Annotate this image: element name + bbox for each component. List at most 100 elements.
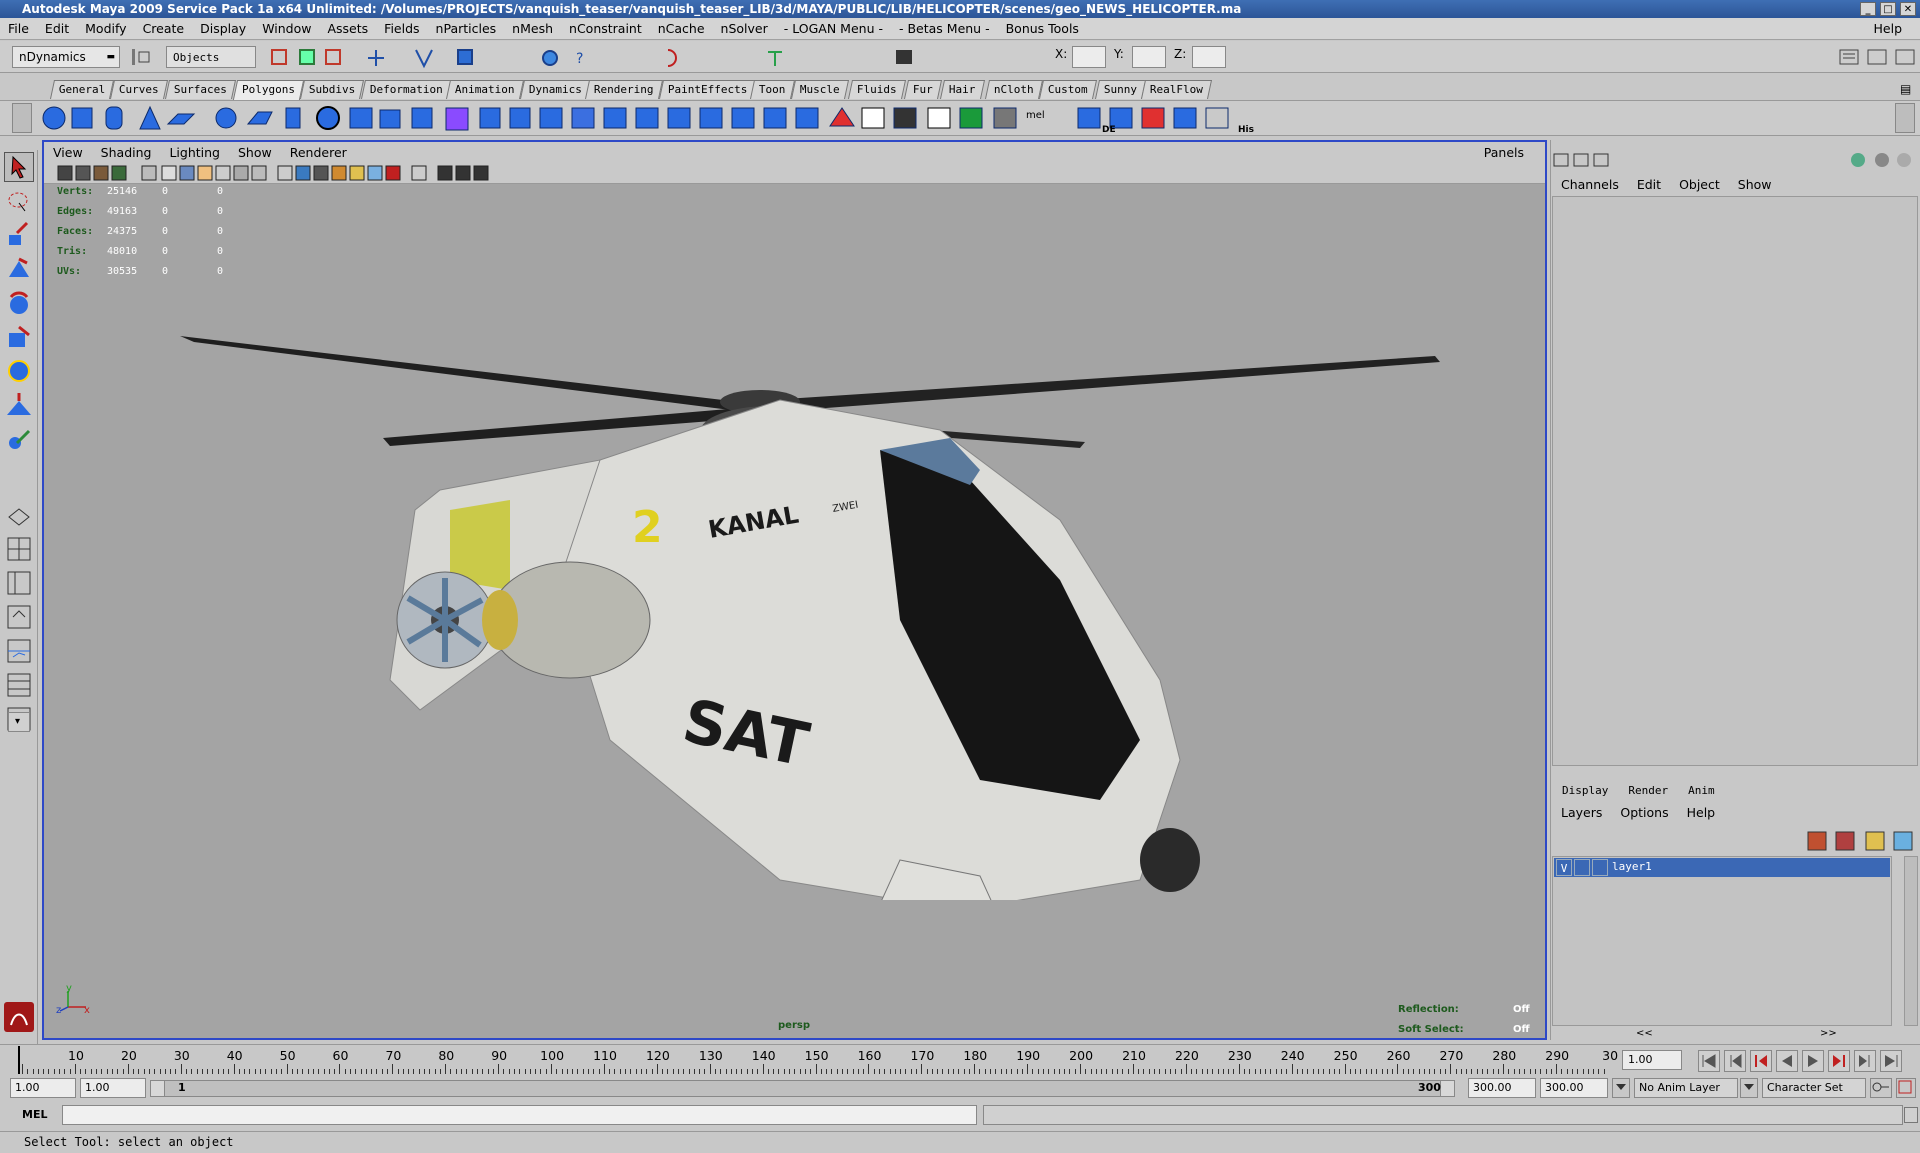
viewport-menu-view[interactable]: View <box>44 145 92 160</box>
soft-modification-icon[interactable] <box>4 390 34 420</box>
lasso-tool-icon[interactable] <box>4 186 34 216</box>
current-time-marker[interactable] <box>18 1046 20 1074</box>
menu-bonus-tools[interactable]: Bonus Tools <box>998 21 1087 36</box>
channel-box-icons[interactable] <box>1552 150 1918 170</box>
scale-tool-icon[interactable] <box>4 322 34 352</box>
step-back-button[interactable] <box>1724 1050 1746 1072</box>
tab-sunny[interactable]: Sunny <box>1094 80 1147 99</box>
layout-single-icon[interactable] <box>4 500 34 530</box>
menu-modify[interactable]: Modify <box>77 21 134 36</box>
tab-curves[interactable]: Curves <box>109 80 168 99</box>
tab-general[interactable]: General <box>49 80 115 99</box>
menu-assets[interactable]: Assets <box>319 21 376 36</box>
layer-type-toggle[interactable] <box>1574 859 1590 876</box>
step-back-key-button[interactable] <box>1750 1050 1772 1072</box>
tab-animation[interactable]: Animation <box>445 80 524 99</box>
tab-dynamics[interactable]: Dynamics <box>519 80 592 99</box>
mel-input[interactable] <box>62 1105 977 1125</box>
menu-file[interactable]: File <box>0 21 37 36</box>
range-bar[interactable] <box>150 1080 1455 1097</box>
tab-surfaces[interactable]: Surfaces <box>164 80 237 99</box>
layer-visibility-toggle[interactable]: V <box>1556 859 1572 876</box>
tab-polygons[interactable]: Polygons <box>232 80 305 100</box>
start-time-field[interactable]: 1.00 <box>10 1078 76 1098</box>
menu-nmesh[interactable]: nMesh <box>504 21 561 36</box>
paint-select-tool-icon[interactable] <box>4 220 34 250</box>
channel-box-area[interactable] <box>1552 196 1918 766</box>
tab-display-layers[interactable]: Display <box>1552 784 1618 797</box>
playback-start-field[interactable]: 1.00 <box>80 1078 146 1098</box>
channels-menu-edit[interactable]: Edit <box>1628 177 1670 192</box>
viewport-menu-shading[interactable]: Shading <box>92 145 161 160</box>
shelf-menu-icon[interactable] <box>12 103 32 133</box>
tab-subdivs[interactable]: Subdivs <box>299 80 365 99</box>
menu-nparticles[interactable]: nParticles <box>428 21 505 36</box>
tab-custom[interactable]: Custom <box>1038 80 1097 99</box>
scroll-right-icon[interactable]: >> <box>1820 1028 1837 1039</box>
tab-render-layers[interactable]: Render <box>1618 784 1678 797</box>
tab-toon[interactable]: Toon <box>749 80 795 99</box>
play-backwards-button[interactable] <box>1776 1050 1798 1072</box>
key-icon[interactable] <box>1870 1078 1892 1098</box>
maximize-button[interactable]: □ <box>1880 2 1896 16</box>
script-editor-icon[interactable] <box>1904 1107 1918 1123</box>
tab-hair[interactable]: Hair <box>939 80 985 99</box>
shelf-scroll-icon[interactable] <box>1895 103 1915 133</box>
menuset-dropdown[interactable]: nDynamics ▬ <box>12 46 120 68</box>
layer-horizontal-scroll[interactable]: << >> <box>1552 1028 1918 1040</box>
shelf-tool-icons[interactable]: mel DE His <box>40 104 1280 134</box>
layer-action-icons[interactable] <box>1552 826 1918 856</box>
tab-anim-layers[interactable]: Anim <box>1678 784 1725 797</box>
tab-rendering[interactable]: Rendering <box>584 80 663 99</box>
step-forward-key-button[interactable] <box>1828 1050 1850 1072</box>
current-frame-field[interactable]: 1.00 <box>1622 1050 1682 1070</box>
panel-toggle-icons[interactable] <box>1838 46 1918 70</box>
layers-menu-options[interactable]: Options <box>1611 805 1677 820</box>
tab-painteffects[interactable]: PaintEffects <box>658 80 757 99</box>
menu-logan[interactable]: - LOGAN Menu - <box>776 21 891 36</box>
tab-realflow[interactable]: RealFlow <box>1140 80 1213 99</box>
menu-nconstraint[interactable]: nConstraint <box>561 21 650 36</box>
menu-help[interactable]: Help <box>1866 21 1911 36</box>
tab-fluids[interactable]: Fluids <box>847 80 906 99</box>
select-tool-icon[interactable] <box>4 152 34 182</box>
viewport-menu-renderer[interactable]: Renderer <box>281 145 356 160</box>
step-forward-button[interactable] <box>1854 1050 1876 1072</box>
helicopter-model[interactable]: KANAL ZWEI 2 SAT <box>180 320 1440 900</box>
tab-ncloth[interactable]: nCloth <box>984 80 1043 99</box>
status-icons[interactable]: ? <box>268 46 1058 70</box>
menu-fields[interactable]: Fields <box>376 21 427 36</box>
viewport-menu-lighting[interactable]: Lighting <box>160 145 229 160</box>
menu-edit[interactable]: Edit <box>37 21 77 36</box>
menu-display[interactable]: Display <box>192 21 254 36</box>
layout-persp-outliner-icon[interactable] <box>4 602 34 632</box>
tab-muscle[interactable]: Muscle <box>790 80 849 99</box>
shelf-options-icon[interactable]: ▤ <box>1900 82 1911 96</box>
playback-end-field[interactable]: 300.00 <box>1468 1078 1536 1098</box>
layers-menu-layers[interactable]: Layers <box>1552 805 1611 820</box>
channels-menu-show[interactable]: Show <box>1729 177 1781 192</box>
menu-ncache[interactable]: nCache <box>650 21 713 36</box>
anim-layer-dropdown[interactable]: No Anim Layer <box>1634 1078 1738 1098</box>
layers-menu-help[interactable]: Help <box>1678 805 1725 820</box>
close-button[interactable]: ✕ <box>1900 2 1916 16</box>
universal-manipulator-icon[interactable] <box>4 356 34 386</box>
tab-fur[interactable]: Fur <box>903 80 942 99</box>
menu-nsolver[interactable]: nSolver <box>713 21 776 36</box>
range-end-handle[interactable] <box>1440 1081 1454 1096</box>
selection-mode-field[interactable]: Objects <box>166 46 256 68</box>
anim-layer-arrow-icon[interactable] <box>1612 1078 1630 1098</box>
layer-color-swatch[interactable] <box>1592 859 1608 876</box>
viewport-menu-panels[interactable]: Panels <box>1475 145 1533 160</box>
prefs-icon[interactable] <box>1896 1078 1916 1098</box>
go-to-start-button[interactable] <box>1698 1050 1720 1072</box>
channels-menu-object[interactable]: Object <box>1670 177 1729 192</box>
y-field[interactable] <box>1132 46 1166 68</box>
tab-deformation[interactable]: Deformation <box>360 80 452 99</box>
channels-menu-channels[interactable]: Channels <box>1552 177 1628 192</box>
character-set-dropdown[interactable]: Character Set <box>1762 1078 1866 1098</box>
menu-create[interactable]: Create <box>135 21 193 36</box>
play-forwards-button[interactable] <box>1802 1050 1824 1072</box>
character-set-arrow-icon[interactable] <box>1740 1078 1758 1098</box>
layer-scrollbar[interactable] <box>1904 856 1918 1026</box>
